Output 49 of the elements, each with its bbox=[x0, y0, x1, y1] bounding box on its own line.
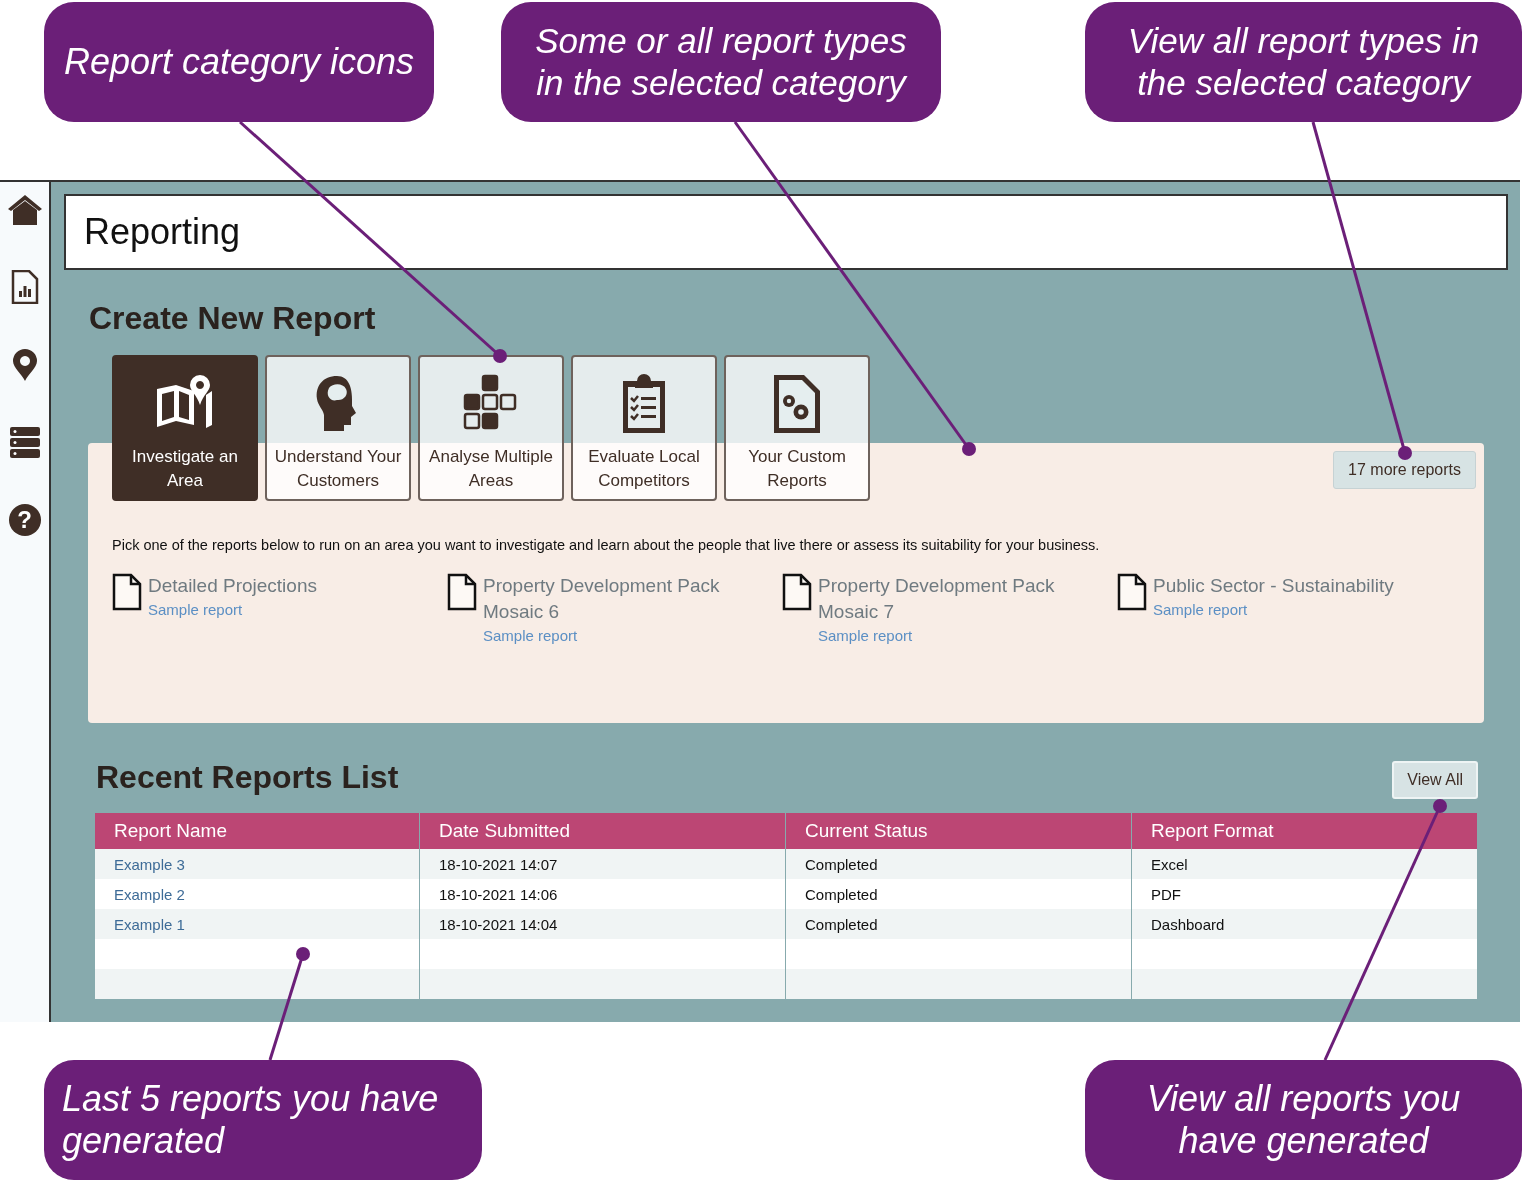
report-name-link[interactable]: Example 1 bbox=[95, 909, 420, 939]
callout-text: Last 5 reports you have generated bbox=[62, 1078, 440, 1162]
sample-report-link[interactable]: Sample report bbox=[148, 599, 243, 621]
document-icon bbox=[782, 573, 812, 611]
table-cell: Completed bbox=[785, 849, 1132, 879]
column-header[interactable]: Current Status bbox=[785, 813, 1132, 849]
database-icon[interactable] bbox=[8, 426, 41, 460]
page-title: Reporting bbox=[84, 211, 241, 253]
table-cell: 18-10-2021 14:06 bbox=[419, 879, 786, 909]
category-tile[interactable]: Evaluate Local Competitors bbox=[571, 355, 717, 501]
table-cell: Dashboard bbox=[1131, 909, 1477, 939]
report-name-link[interactable]: Example 3 bbox=[95, 849, 420, 879]
category-tile[interactable]: Analyse Multiple Areas bbox=[418, 355, 564, 501]
callout-text: Some or all report types in the selected category bbox=[534, 20, 909, 104]
category-tile[interactable]: Understand Your Customers bbox=[265, 355, 411, 501]
category-tile[interactable]: Your Custom Reports bbox=[724, 355, 870, 501]
document-icon bbox=[1117, 573, 1147, 611]
view-all-button[interactable]: View All bbox=[1392, 761, 1478, 799]
more-reports-button[interactable]: 17 more reports bbox=[1333, 451, 1476, 489]
table-cell: Completed bbox=[785, 879, 1132, 909]
sample-report-link[interactable]: Sample report bbox=[483, 625, 578, 647]
report-type-link[interactable]: Property Development Pack Mosaic 6 bbox=[483, 573, 763, 625]
report-chart-icon[interactable] bbox=[10, 270, 39, 304]
category-tile[interactable]: Investigate an Area bbox=[112, 355, 258, 501]
document-icon bbox=[447, 573, 477, 611]
home-icon[interactable] bbox=[6, 194, 43, 226]
description-text: Pick one of the reports below to run on an area you want to investigate and learn about the people that live there or assess its suitability for your business. bbox=[112, 537, 1101, 553]
table-cell: Excel bbox=[1131, 849, 1477, 879]
callout-text: View all reports you have generated bbox=[1145, 1078, 1462, 1162]
callout-text: Report category icons bbox=[63, 41, 415, 83]
table-cell: 18-10-2021 14:04 bbox=[419, 909, 786, 939]
section-heading: Create New Report bbox=[89, 299, 377, 338]
callout-text: View all report types in the selected category bbox=[1126, 20, 1481, 104]
table-cell: PDF bbox=[1131, 879, 1477, 909]
report-type-link[interactable]: Detailed Projections bbox=[148, 573, 428, 599]
table-cell: Completed bbox=[785, 909, 1132, 939]
section-heading: Recent Reports List bbox=[96, 758, 399, 797]
column-header[interactable]: Report Name bbox=[95, 813, 420, 849]
help-icon[interactable]: ? bbox=[8, 504, 41, 536]
column-header[interactable]: Report Format bbox=[1131, 813, 1477, 849]
table-cell: 18-10-2021 14:07 bbox=[419, 849, 786, 879]
report-type-link[interactable]: Property Development Pack Mosaic 7 bbox=[818, 573, 1098, 625]
column-header[interactable]: Date Submitted bbox=[419, 813, 786, 849]
sample-report-link[interactable]: Sample report bbox=[1153, 599, 1248, 621]
sample-report-link[interactable]: Sample report bbox=[818, 625, 913, 647]
report-name-link[interactable]: Example 2 bbox=[95, 879, 420, 909]
map-pin-icon[interactable] bbox=[11, 348, 38, 382]
report-type-link[interactable]: Public Sector - Sustainability bbox=[1153, 573, 1433, 599]
document-icon bbox=[112, 573, 142, 611]
